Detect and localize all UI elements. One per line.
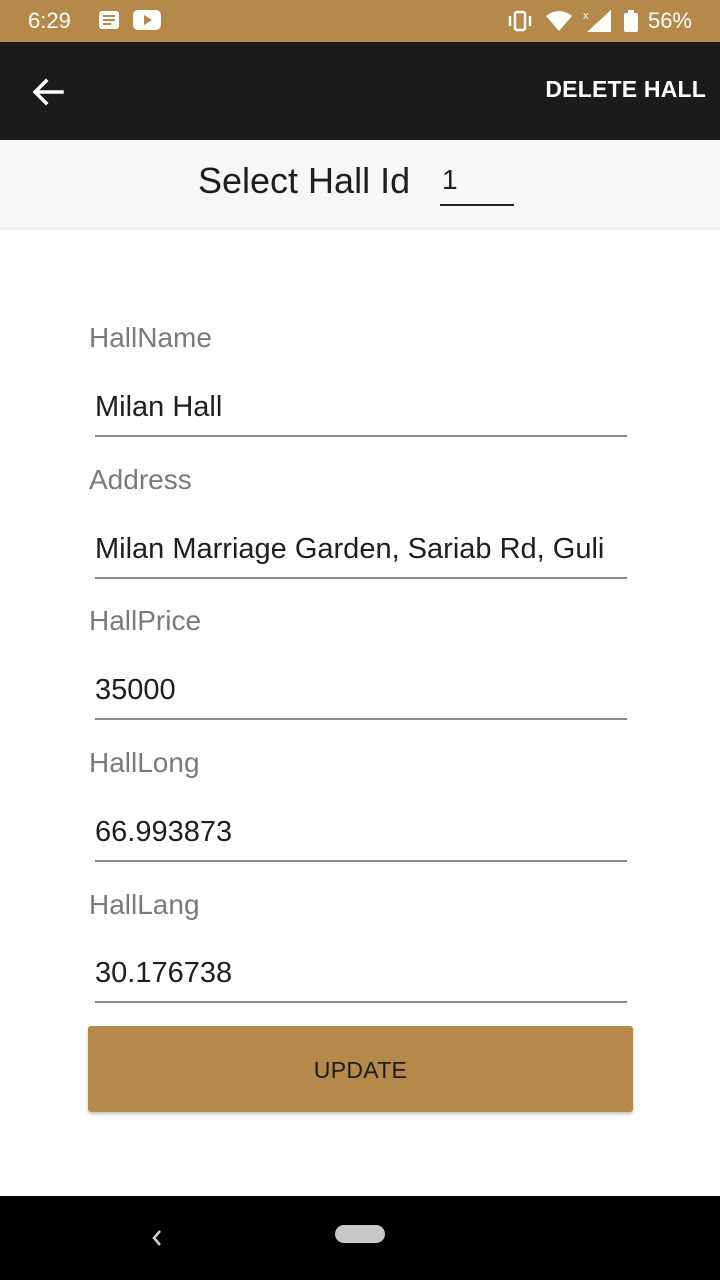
back-arrow-icon[interactable] [26,70,70,114]
youtube-icon [133,10,161,35]
hall-id-value: 1 [442,164,458,195]
signal-icon: x [583,10,613,39]
status-bar: 6:29 x 56% [0,0,720,42]
nav-back-icon[interactable] [146,1224,168,1252]
hall-price-input[interactable]: 35000 [95,668,627,720]
hall-id-input[interactable]: 1 [440,164,514,206]
svg-text:x: x [583,10,589,22]
hall-lang-label: HallLang [89,889,200,920]
address-input[interactable]: Milan Marriage Garden, Sariab Rd, Guli [95,527,627,579]
wifi-icon [545,10,573,37]
address-value: Milan Marriage Garden, Sariab Rd, Guli [95,533,605,565]
battery-percentage: 56% [647,8,692,33]
hall-price-value: 35000 [95,674,176,706]
app-bar: DELETE HALL [0,42,720,140]
home-pill-icon[interactable] [335,1225,385,1243]
hall-price-label: HallPrice [89,605,202,636]
hall-lang-value: 30.176738 [95,957,233,989]
hall-long-input[interactable]: 66.993873 [95,810,627,862]
select-hall-label: Select Hall Id [198,160,411,201]
status-time: 6:29 [28,8,71,33]
hall-long-value: 66.993873 [95,816,233,848]
hall-long-label: HallLong [89,747,200,778]
update-button-label: UPDATE [313,1057,408,1083]
battery-icon [624,10,638,37]
update-button[interactable]: UPDATE [88,1026,633,1112]
hall-select-row: Select Hall Id 1 [0,140,720,229]
system-nav-bar [0,1196,720,1280]
hall-lang-input[interactable]: 30.176738 [95,951,627,1003]
hall-name-label: HallName [89,322,212,353]
hall-name-value: Milan Hall [95,391,223,423]
delete-hall-button[interactable]: DELETE HALL [545,76,706,103]
message-icon [98,10,120,35]
address-label: Address [89,464,192,495]
vibrate-icon [507,10,533,37]
hall-name-input[interactable]: Milan Hall [95,385,627,437]
